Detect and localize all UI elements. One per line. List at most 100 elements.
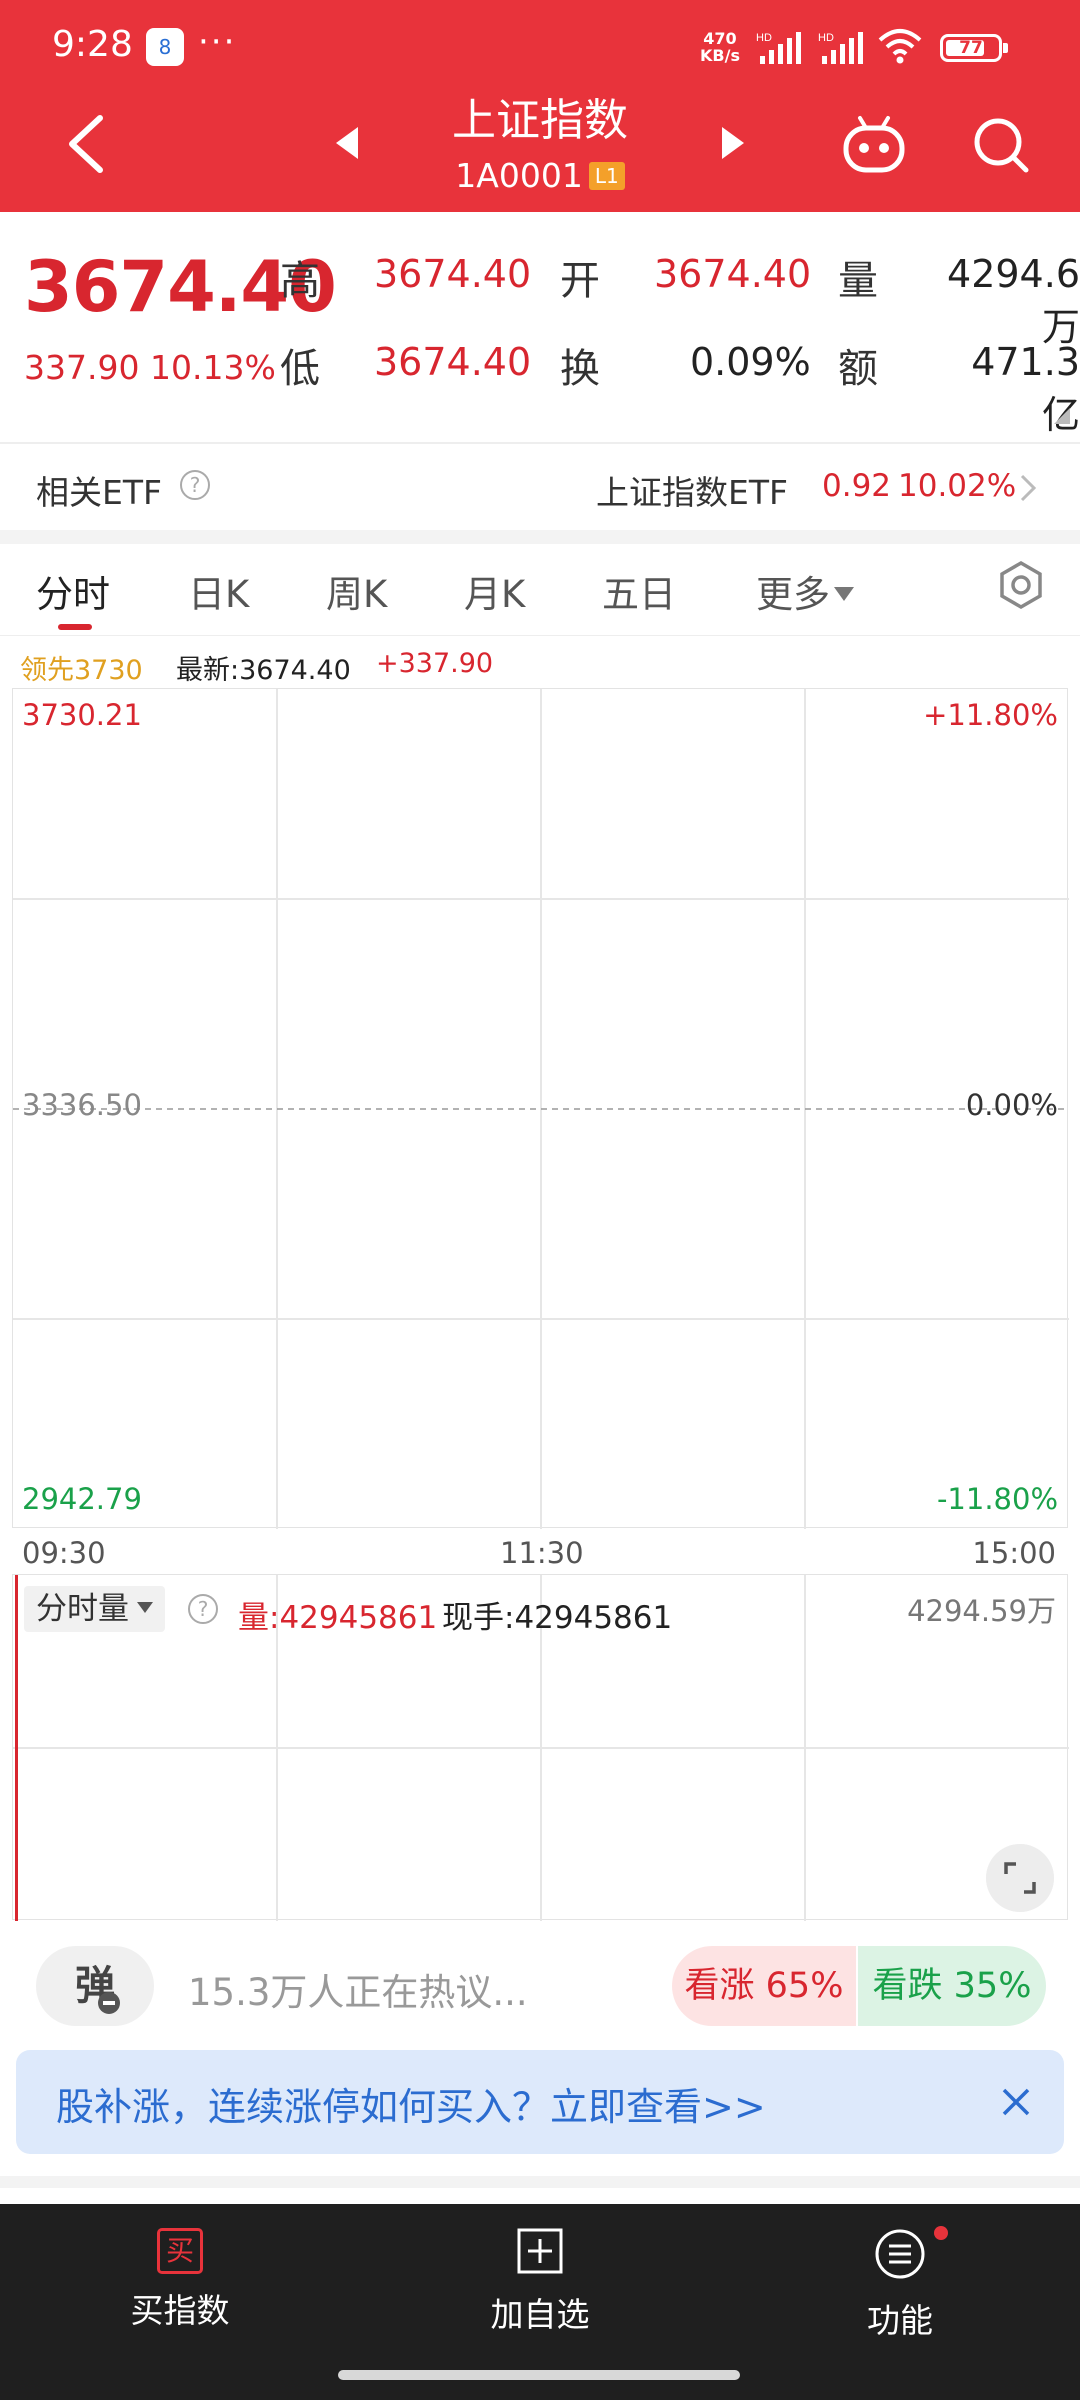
- x-tick-noon: 11:30: [500, 1536, 584, 1570]
- chevron-right-icon: [1020, 474, 1037, 502]
- battery-icon: 77: [940, 34, 1008, 62]
- quote-panel: 3674.40 337.90 10.13% 高 3674.40 开 3674.4…: [0, 212, 1080, 442]
- volume-label: 量: [838, 258, 878, 304]
- amount-value: 471.3亿: [971, 340, 1080, 437]
- fullscreen-icon[interactable]: [986, 1844, 1054, 1912]
- tab-weekly-k[interactable]: 周K: [326, 564, 387, 618]
- y-mid-pct-label: 0.00%: [965, 1088, 1058, 1122]
- volume-bar: [15, 1575, 18, 1921]
- y-max-label: 3730.21: [22, 698, 142, 732]
- status-time: 9:28: [52, 24, 133, 65]
- network-speed-unit: KB/s: [700, 46, 740, 65]
- volume-type-select[interactable]: 分时量: [24, 1586, 165, 1632]
- buy-icon: 买: [157, 2228, 203, 2274]
- robot-icon[interactable]: [840, 114, 908, 176]
- amount-label: 额: [838, 346, 878, 392]
- page-title: 上证指数: [452, 95, 628, 146]
- chart-grid: [13, 689, 1069, 1529]
- buy-index-label: 买指数: [130, 2291, 230, 2330]
- promo-text[interactable]: 股补涨，连续涨停如何买入？立即查看>>: [56, 2076, 766, 2131]
- more-notifications-icon: ···: [198, 22, 237, 62]
- search-icon[interactable]: [970, 114, 1032, 176]
- signal-icon-2: HD: [818, 32, 863, 64]
- dropdown-arrow-icon: [834, 587, 854, 601]
- buy-index-button[interactable]: 买 买指数: [60, 2228, 300, 2332]
- low-label: 低: [280, 346, 320, 392]
- high-label: 高: [280, 258, 320, 304]
- x-tick-close: 15:00: [972, 1536, 1056, 1570]
- discussion-count[interactable]: 15.3万人正在热议...: [188, 1962, 528, 2016]
- stock-code-text: 1A0001: [455, 156, 583, 195]
- current-hand: 现手:42945861: [442, 1600, 673, 1636]
- back-icon[interactable]: [60, 112, 116, 176]
- intraday-chart[interactable]: [12, 688, 1069, 1529]
- chevron-down-icon: [137, 1602, 153, 1613]
- notification-icon: 8: [146, 28, 184, 66]
- volume-type-label: 分时量: [36, 1591, 129, 1627]
- add-watchlist-label: 加自选: [490, 2295, 590, 2334]
- battery-cap: [1003, 43, 1008, 53]
- price-change-pct: 10.13%: [150, 348, 276, 387]
- tab-more[interactable]: 更多: [756, 564, 854, 618]
- turnover-label: 换: [560, 346, 600, 392]
- promo-banner[interactable]: 股补涨，连续涨停如何买入？立即查看>>: [16, 2050, 1064, 2154]
- notification-dot: [934, 2226, 948, 2240]
- battery-level: 77: [959, 38, 983, 58]
- level-badge: L1: [588, 162, 625, 190]
- bullish-vote-button[interactable]: 看涨 65%: [672, 1946, 856, 2026]
- volume-help-icon[interactable]: ?: [188, 1594, 218, 1624]
- signal-icon: HD: [756, 32, 801, 64]
- settings-icon[interactable]: [996, 560, 1046, 610]
- high-value: 3674.40: [374, 252, 532, 296]
- change-value: +337.90: [376, 648, 494, 679]
- network-speed: 470 KB/s: [700, 30, 740, 64]
- network-speed-value: 470: [703, 29, 737, 48]
- y-min-pct-label: -11.80%: [936, 1482, 1058, 1516]
- price-change: 337.90: [24, 348, 140, 387]
- volume-value: 4294.6万: [947, 252, 1080, 349]
- bearish-vote-button[interactable]: 看跌 35%: [858, 1946, 1046, 2026]
- open-label: 开: [560, 258, 600, 304]
- tab-monthly-k[interactable]: 月K: [464, 564, 525, 618]
- related-etf-label: 相关ETF: [36, 473, 162, 512]
- y-min-label: 2942.79: [22, 1482, 142, 1516]
- tab-daily-k[interactable]: 日K: [188, 564, 249, 618]
- wifi-icon: [878, 29, 922, 64]
- leader-value: 领先3730: [20, 655, 143, 686]
- danmu-toggle-button[interactable]: 弹: [36, 1946, 154, 2026]
- section-gap: [0, 2176, 1080, 2188]
- y-mid-label: 3336.50: [22, 1088, 142, 1122]
- tab-intraday[interactable]: 分时: [36, 564, 110, 618]
- status-bar: 9:28 8 ··· 470 KB/s HD HD 77: [0, 0, 1080, 96]
- y-max-pct-label: +11.80%: [923, 698, 1058, 732]
- next-arrow-icon[interactable]: [722, 127, 744, 159]
- etf-pct: 10.02%: [898, 468, 1017, 504]
- active-tab-indicator: [58, 624, 92, 630]
- functions-button[interactable]: 功能: [780, 2228, 1020, 2342]
- latest-value: 最新:3674.40: [176, 655, 351, 686]
- app-header: 9:28 8 ··· 470 KB/s HD HD 77 上证指数 1A0001…: [0, 0, 1080, 212]
- etf-price: 0.92: [822, 468, 892, 504]
- tab-five-day[interactable]: 五日: [602, 564, 676, 618]
- etf-name: 上证指数ETF: [596, 473, 788, 512]
- signal-hd-label: HD: [756, 32, 772, 44]
- related-etf-row[interactable]: 相关ETF ? 上证指数ETF 0.92 10.02%: [0, 444, 1080, 530]
- close-icon[interactable]: [996, 2082, 1036, 2122]
- x-tick-open: 09:30: [22, 1536, 106, 1570]
- tab-more-label: 更多: [756, 573, 830, 616]
- volume-amount: 量:42945861: [238, 1600, 438, 1636]
- minus-icon: [98, 1992, 120, 2014]
- signal-hd-label-2: HD: [818, 32, 834, 44]
- chart-tabs: 分时 日K 周K 月K 五日 更多: [0, 544, 1080, 636]
- home-indicator[interactable]: [338, 2370, 740, 2380]
- help-icon[interactable]: ?: [180, 470, 210, 500]
- functions-label: 功能: [867, 2301, 933, 2340]
- add-watchlist-button[interactable]: 加自选: [420, 2228, 660, 2336]
- add-icon: [517, 2228, 563, 2274]
- stock-code: 1A0001 L1: [340, 156, 740, 195]
- expand-corner-icon[interactable]: [1054, 408, 1070, 424]
- low-value: 3674.40: [374, 340, 532, 384]
- open-value: 3674.40: [654, 252, 812, 296]
- volume-max: 4294.59万: [907, 1594, 1056, 1628]
- section-gap: [0, 530, 1080, 544]
